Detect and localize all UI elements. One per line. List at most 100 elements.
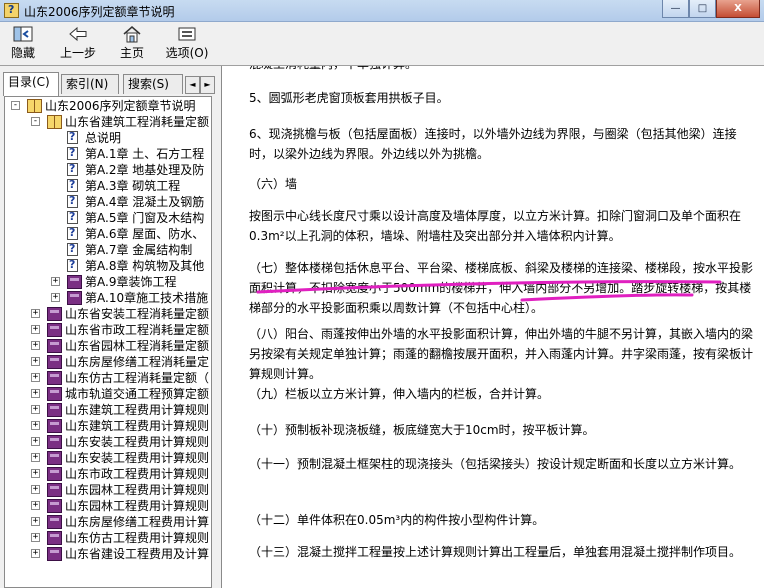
tree-item[interactable]: 第A.3章 砌筑工程	[5, 178, 211, 194]
tree-item-label: 第A.5章 门窗及木结构	[85, 211, 205, 225]
tree-item-label: 山东房屋修缮工程消耗量定	[65, 355, 210, 369]
expand-icon[interactable]: +	[51, 293, 60, 302]
tree-item[interactable]: + 山东园林工程费用计算规则	[5, 498, 211, 514]
expand-icon[interactable]: +	[31, 405, 40, 414]
help-page-icon	[67, 130, 78, 144]
tree-item-label: 第A.9章装饰工程	[85, 275, 177, 289]
options-button[interactable]: 选项(O)	[164, 25, 210, 63]
tree-item[interactable]: + 第A.10章施工技术措施	[5, 290, 211, 306]
help-app-icon	[4, 3, 19, 18]
open-book-icon	[27, 99, 42, 113]
expand-icon[interactable]: +	[31, 469, 40, 478]
tree-item[interactable]: - 山东2006序列定额章节说明	[5, 98, 211, 114]
tree-item[interactable]: + 山东安装工程费用计算规则	[5, 450, 211, 466]
tree-item[interactable]: + 城市轨道交通工程预算定额	[5, 386, 211, 402]
home-button[interactable]: 主页	[118, 25, 146, 63]
tab-scroll-left-button[interactable]: ◄	[185, 76, 200, 94]
content-paragraph: （十）预制板补现浇板缝，板底缝宽大于10cm时，按平板计算。	[249, 423, 595, 437]
content-paragraph: 6、现浇挑檐与板（包括屋面板）连接时，以外墙外边线为界限，与圈梁（包括其他梁）连…	[249, 127, 737, 161]
content-paragraph: （六）墙	[249, 177, 298, 191]
title-bar: 山东2006序列定额章节说明 — □ X	[0, 0, 764, 22]
help-page-icon	[67, 194, 78, 208]
minimize-button[interactable]: —	[662, 0, 689, 18]
tab-search[interactable]: 搜索(S)	[123, 74, 183, 94]
closed-book-icon	[47, 323, 62, 337]
closed-book-icon	[47, 515, 62, 529]
closed-book-icon	[67, 275, 82, 289]
tree-item[interactable]: 第A.1章 土、石方工程	[5, 146, 211, 162]
back-button[interactable]: 上一步	[58, 25, 98, 63]
tab-index[interactable]: 索引(N)	[61, 74, 119, 94]
expand-icon[interactable]: +	[31, 501, 40, 510]
tree-item[interactable]: 第A.8章 构筑物及其他	[5, 258, 211, 274]
tree-item[interactable]: + 山东仿古工程费用计算规则	[5, 530, 211, 546]
closed-book-icon	[67, 291, 82, 305]
tree-item-label: 总说明	[85, 131, 122, 145]
navigation-pane: 目录(C) 索引(N) 搜索(S) ◄ ► - 山东2006序列定额章节说明 - 山东…	[0, 66, 216, 588]
tab-scroll-buttons: ◄ ►	[185, 76, 215, 94]
tree-item-label: 第A.10章施工技术措施	[85, 291, 209, 305]
closed-book-icon	[47, 419, 62, 433]
expand-icon[interactable]: +	[31, 485, 40, 494]
expand-icon[interactable]: +	[31, 309, 40, 318]
tree-item-label: 山东安装工程费用计算规则	[65, 435, 210, 449]
expand-icon[interactable]: +	[51, 277, 60, 286]
closed-book-icon	[47, 547, 62, 561]
expand-icon[interactable]: +	[31, 325, 40, 334]
home-icon	[123, 26, 141, 43]
help-page-icon	[67, 210, 78, 224]
hide-button[interactable]: 隐藏	[8, 25, 38, 63]
expand-icon[interactable]: +	[31, 453, 40, 462]
tree-item[interactable]: 第A.4章 混凝土及钢筋	[5, 194, 211, 210]
tree-item[interactable]: + 山东房屋修缮工程费用计算	[5, 514, 211, 530]
content-paragraph: （十一）预制混凝土框架柱的现浇接头（包括梁接头）按设计规定断面和长度以立方米计算…	[249, 457, 742, 471]
expand-icon[interactable]: +	[31, 437, 40, 446]
collapse-icon[interactable]: -	[11, 101, 20, 110]
tree-item[interactable]: + 山东省园林工程消耗量定额	[5, 338, 211, 354]
hide-label: 隐藏	[10, 46, 35, 60]
tree-item-label: 第A.3章 砌筑工程	[85, 179, 181, 193]
expand-icon[interactable]: +	[31, 373, 40, 382]
help-window: 山东2006序列定额章节说明 — □ X 隐藏 上一步	[0, 0, 764, 588]
tree-item[interactable]: + 第A.9章装饰工程	[5, 274, 211, 290]
closed-book-icon	[47, 483, 62, 497]
tree-item-label: 山东2006序列定额章节说明	[45, 99, 196, 113]
tree-item[interactable]: + 山东建筑工程费用计算规则	[5, 402, 211, 418]
content-paragraph: （九）栏板以立方米计算，伸入墙内的栏板，合并计算。	[249, 387, 550, 401]
tree-item[interactable]: + 山东房屋修缮工程消耗量定	[5, 354, 211, 370]
expand-icon[interactable]: +	[31, 517, 40, 526]
tree-item[interactable]: + 山东省安装工程消耗量定额	[5, 306, 211, 322]
topic-content: 混凝土消耗量内，不单独计算。 5、圆弧形老虎窗顶板套用拱板子目。 6、现浇挑檐与板（…	[221, 66, 764, 588]
tree-item[interactable]: + 山东省建设工程费用及计算	[5, 546, 211, 562]
expand-icon[interactable]: +	[31, 341, 40, 350]
expand-icon[interactable]: +	[31, 421, 40, 430]
tree-item[interactable]: + 山东市政工程费用计算规则	[5, 466, 211, 482]
tree-item[interactable]: 第A.7章 金属结构制	[5, 242, 211, 258]
collapse-icon[interactable]: -	[31, 117, 40, 126]
expand-icon[interactable]: +	[31, 389, 40, 398]
tree-item[interactable]: - 山东省建筑工程消耗量定额	[5, 114, 211, 130]
tree-item[interactable]: + 山东建筑工程费用计算规则	[5, 418, 211, 434]
close-button[interactable]: X	[716, 0, 760, 18]
hide-pane-icon	[13, 26, 33, 42]
tree-item[interactable]: + 山东园林工程费用计算规则	[5, 482, 211, 498]
closed-book-icon	[47, 355, 62, 369]
expand-icon[interactable]: +	[31, 533, 40, 542]
tab-contents[interactable]: 目录(C)	[3, 72, 59, 96]
tree-item[interactable]: + 山东安装工程费用计算规则	[5, 434, 211, 450]
nav-tabs: 目录(C) 索引(N) 搜索(S) ◄ ►	[3, 72, 215, 96]
tree-item[interactable]: 第A.2章 地基处理及防	[5, 162, 211, 178]
expand-icon[interactable]: +	[31, 549, 40, 558]
tree-item[interactable]: + 山东仿古工程消耗量定额（	[5, 370, 211, 386]
closed-book-icon	[47, 499, 62, 513]
tree-item[interactable]: 第A.6章 屋面、防水、	[5, 226, 211, 242]
tree-item[interactable]: 第A.5章 门窗及木结构	[5, 210, 211, 226]
expand-icon[interactable]: +	[31, 357, 40, 366]
content-paragraph: 按图示中心线长度尺寸乘以设计高度及墙体厚度，以立方米计算。扣除门窗洞口及单个面积…	[249, 209, 742, 243]
tree-item[interactable]: + 山东省市政工程消耗量定额	[5, 322, 211, 338]
tree-item-label: 山东建筑工程费用计算规则	[65, 403, 210, 417]
tab-scroll-right-button[interactable]: ►	[200, 76, 215, 94]
help-page-icon	[67, 242, 78, 256]
tree-item[interactable]: 总说明	[5, 130, 211, 146]
maximize-button[interactable]: □	[689, 0, 716, 18]
